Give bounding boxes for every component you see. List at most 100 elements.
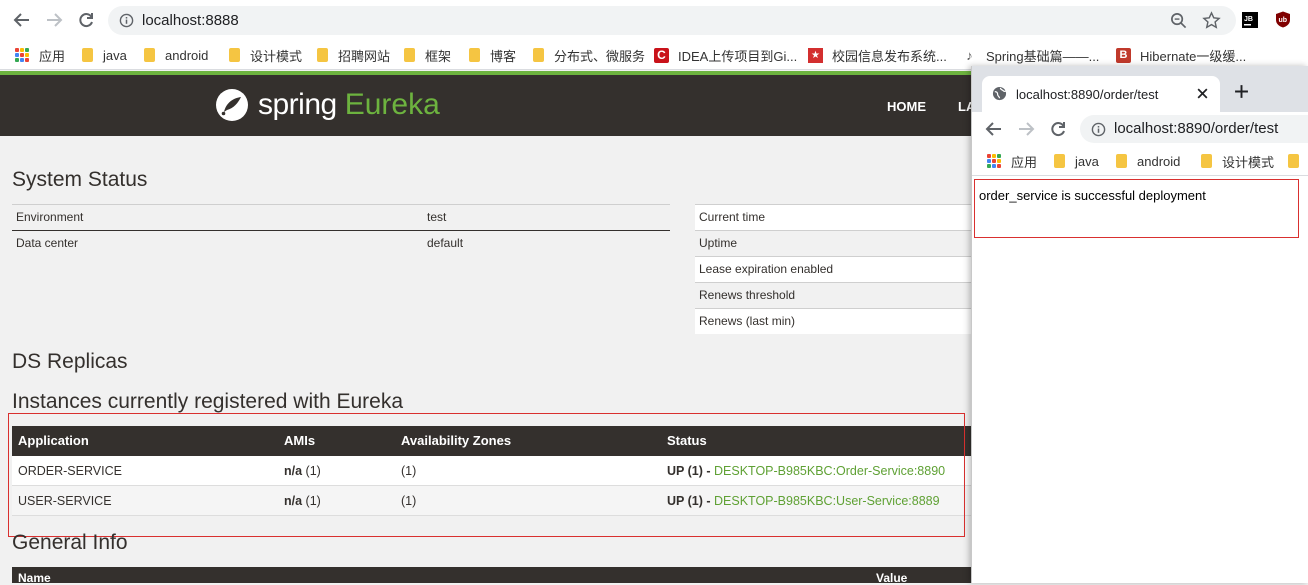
status-key: Uptime bbox=[699, 236, 738, 250]
general-info-title: General Info bbox=[12, 531, 128, 554]
apps-icon bbox=[987, 154, 1001, 168]
bookmark-label: android bbox=[165, 47, 209, 63]
popup-tabstrip: localhost:8890/order/test bbox=[972, 66, 1308, 112]
status-key: Current time bbox=[699, 210, 766, 224]
env-value: test bbox=[427, 210, 447, 224]
bookmark-frameworks[interactable]: 框架 bbox=[404, 46, 451, 64]
popup-toolbar: localhost:8890/order/test bbox=[972, 112, 1308, 146]
table-row: Uptime bbox=[695, 230, 972, 256]
status-key: Lease expiration enabled bbox=[699, 262, 834, 276]
general-info-header: Name Value bbox=[12, 567, 972, 585]
environment-table: Environment test Data center default bbox=[12, 204, 670, 256]
bookmark-label: 分布式、微服务 bbox=[554, 48, 646, 64]
popup-address-bar[interactable]: localhost:8890/order/test bbox=[1080, 115, 1308, 143]
popup-bookmarks-bar: 应用 java android 设计模式 bbox=[972, 146, 1308, 176]
env-value: default bbox=[427, 236, 464, 250]
bookmark-idea-github[interactable]: C IDEA上传项目到Gi... bbox=[654, 46, 797, 64]
status-table: Current time Uptime Lease expiration ena… bbox=[695, 204, 972, 334]
bookmark-label: Spring基础篇——... bbox=[986, 48, 1100, 64]
bookmark-label: 招聘网站 bbox=[338, 48, 391, 64]
logo-eureka-text: Eureka bbox=[344, 88, 440, 121]
bookmark-apps[interactable]: 应用 bbox=[987, 152, 1037, 170]
bookmark-recruiting[interactable]: 招聘网站 bbox=[317, 46, 390, 64]
reload-icon[interactable] bbox=[76, 10, 96, 30]
bookmark-label: android bbox=[1137, 153, 1181, 169]
folder-icon bbox=[1116, 154, 1127, 168]
zoom-icon[interactable] bbox=[1170, 12, 1187, 29]
site-icon: B bbox=[1116, 47, 1131, 63]
bookmark-android[interactable]: android bbox=[144, 46, 208, 64]
folder-icon bbox=[317, 48, 328, 62]
ds-replicas-title: DS Replicas bbox=[12, 350, 128, 373]
forward-arrow-icon[interactable] bbox=[1016, 119, 1036, 139]
popup-tab[interactable]: localhost:8890/order/test bbox=[982, 76, 1220, 112]
jetbrains-extension-icon[interactable]: JB bbox=[1242, 12, 1258, 28]
bookmark-android[interactable]: android bbox=[1116, 152, 1180, 170]
folder-icon bbox=[1201, 154, 1212, 168]
spring-eureka-logo[interactable]: spring Eureka bbox=[214, 86, 440, 124]
bookmark-label: 框架 bbox=[425, 48, 452, 64]
logo-spring-text: spring bbox=[258, 88, 337, 121]
folder-icon bbox=[404, 48, 415, 62]
bookmark-blog[interactable]: 博客 bbox=[469, 46, 516, 64]
folder-icon bbox=[1054, 154, 1065, 168]
bookmark-label: 应用 bbox=[1011, 154, 1038, 170]
folder-icon bbox=[533, 48, 544, 62]
star-icon[interactable] bbox=[1202, 11, 1221, 30]
url-text: localhost:8890/order/test bbox=[1114, 120, 1279, 137]
bookmark-java[interactable]: java bbox=[1054, 152, 1099, 170]
csdn-icon: C bbox=[654, 47, 669, 63]
folder-icon bbox=[82, 48, 93, 62]
ublock-extension-icon[interactable]: ub bbox=[1275, 11, 1291, 28]
bookmark-label: java bbox=[1075, 153, 1099, 169]
bookmark-label: Hibernate一级缓... bbox=[1140, 48, 1247, 64]
reload-icon[interactable] bbox=[1048, 119, 1068, 139]
bookmark-campus-info[interactable]: ★ 校园信息发布系统... bbox=[808, 46, 947, 64]
system-status-title: System Status bbox=[12, 168, 148, 191]
bookmark-hibernate[interactable]: B Hibernate一级缓... bbox=[1116, 46, 1246, 64]
instances-title: Instances currently registered with Eure… bbox=[12, 390, 404, 413]
highlight-box bbox=[974, 179, 1299, 238]
bookmark-label: IDEA上传项目到Gi... bbox=[678, 48, 798, 64]
bookmark-label: java bbox=[103, 47, 127, 63]
popup-browser-window: localhost:8890/order/test localhost:8890… bbox=[971, 66, 1308, 583]
highlight-box bbox=[8, 413, 965, 537]
browser-toolbar: localhost:8888 JB ub bbox=[0, 0, 1308, 40]
nav-home[interactable]: HOME bbox=[887, 99, 926, 114]
bookmark-label: 应用 bbox=[39, 48, 66, 64]
env-key: Environment bbox=[16, 210, 84, 224]
bookmark-distributed[interactable]: 分布式、微服务 bbox=[533, 46, 645, 64]
forward-arrow-icon[interactable] bbox=[44, 10, 64, 30]
bookmark-label: 设计模式 bbox=[1222, 154, 1275, 170]
table-row: Data center default bbox=[12, 230, 670, 256]
table-row: Renews (last min) bbox=[695, 308, 972, 334]
address-bar[interactable]: localhost:8888 bbox=[108, 6, 1236, 35]
bookmark-java[interactable]: java bbox=[82, 46, 127, 64]
url-text: localhost:8888 bbox=[142, 12, 239, 29]
info-icon[interactable] bbox=[119, 13, 134, 28]
bookmark-design-patterns[interactable]: 设计模式 bbox=[1201, 152, 1274, 170]
info-icon[interactable] bbox=[1091, 122, 1106, 137]
new-tab-icon[interactable] bbox=[1234, 84, 1249, 99]
bookmark-label: 博客 bbox=[490, 48, 517, 64]
folder-icon bbox=[144, 48, 155, 62]
table-row: Renews threshold bbox=[695, 282, 972, 308]
status-key: Renews threshold bbox=[699, 288, 796, 302]
bookmark-label: 校园信息发布系统... bbox=[832, 48, 947, 64]
folder-icon bbox=[1288, 154, 1299, 168]
svg-text:JB: JB bbox=[1244, 16, 1253, 23]
bookmark-design-patterns[interactable]: 设计模式 bbox=[229, 46, 302, 64]
globe-icon bbox=[992, 86, 1007, 101]
bookmark-spring-basics[interactable]: ♪ Spring基础篇——... bbox=[962, 46, 1099, 64]
tab-title: localhost:8890/order/test bbox=[1016, 87, 1159, 102]
bookmark-overflow[interactable] bbox=[1288, 152, 1308, 170]
close-icon[interactable] bbox=[1196, 87, 1209, 100]
site-icon: ★ bbox=[808, 47, 823, 63]
status-key: Renews (last min) bbox=[699, 314, 796, 328]
back-arrow-icon[interactable] bbox=[984, 119, 1004, 139]
env-key: Data center bbox=[16, 236, 79, 250]
bookmark-apps[interactable]: 应用 bbox=[15, 46, 65, 64]
table-row: Lease expiration enabled bbox=[695, 256, 972, 282]
folder-icon bbox=[229, 48, 240, 62]
back-arrow-icon[interactable] bbox=[12, 10, 32, 30]
